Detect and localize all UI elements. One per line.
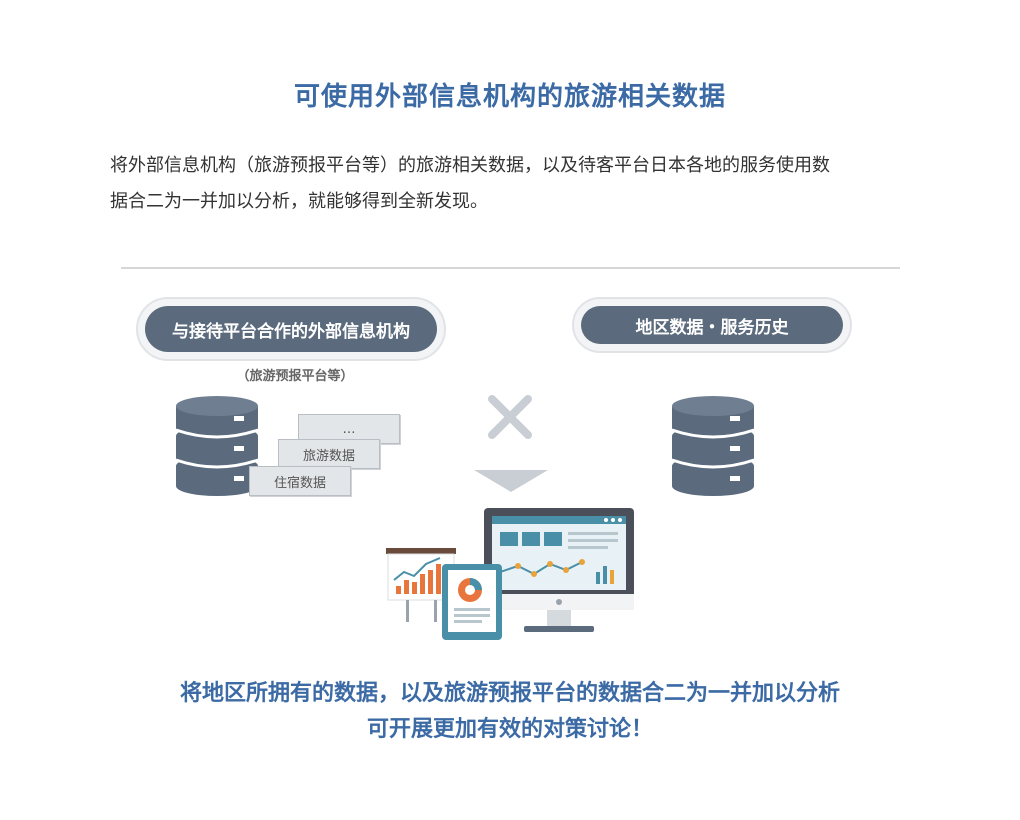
external-agency-label-text: 与接待平台合作的外部信息机构 [145,306,437,352]
analysis-illustration [386,508,634,640]
regional-data-label: 地区数据・服务历史 [572,297,852,353]
description-line-1: 将外部信息机构（旅游预报平台等）的旅游相关数据，以及待客平台日本各地的服务使用数 [110,155,830,176]
database-left-icon [175,396,259,496]
page-title: 可使用外部信息机构的旅游相关数据 [293,82,726,112]
divider [121,267,900,269]
data-card-lodging: 住宿数据 [249,466,351,496]
conclusion-line-1: 将地区所拥有的数据，以及旅游预报平台的数据合二为一并加以分析 [179,681,840,706]
description-line-2: 据合二为一并加以分析，就能够得到全新发现。 [110,191,488,212]
conclusion-line-2: 可开展更加有效的对策讨论！ [366,717,653,742]
description: 将外部信息机构（旅游预报平台等）的旅游相关数据，以及待客平台日本各地的服务使用数… [110,148,920,220]
monitor-icon [484,508,634,632]
external-agency-label: 与接待平台合作的外部信息机构 [136,297,446,361]
regional-data-label-text: 地区数据・服务历史 [581,306,843,344]
tablet-icon [442,564,502,640]
combine-cross-icon [488,395,532,439]
down-arrow-icon [474,470,548,492]
external-agency-note: （旅游预报平台等） [236,369,354,384]
conclusion: 将地区所拥有的数据，以及旅游预报平台的数据合二为一并加以分析 可开展更加有效的对… [0,676,1020,748]
database-right-icon [671,396,755,496]
data-card-travel: 旅游数据 [278,439,380,469]
